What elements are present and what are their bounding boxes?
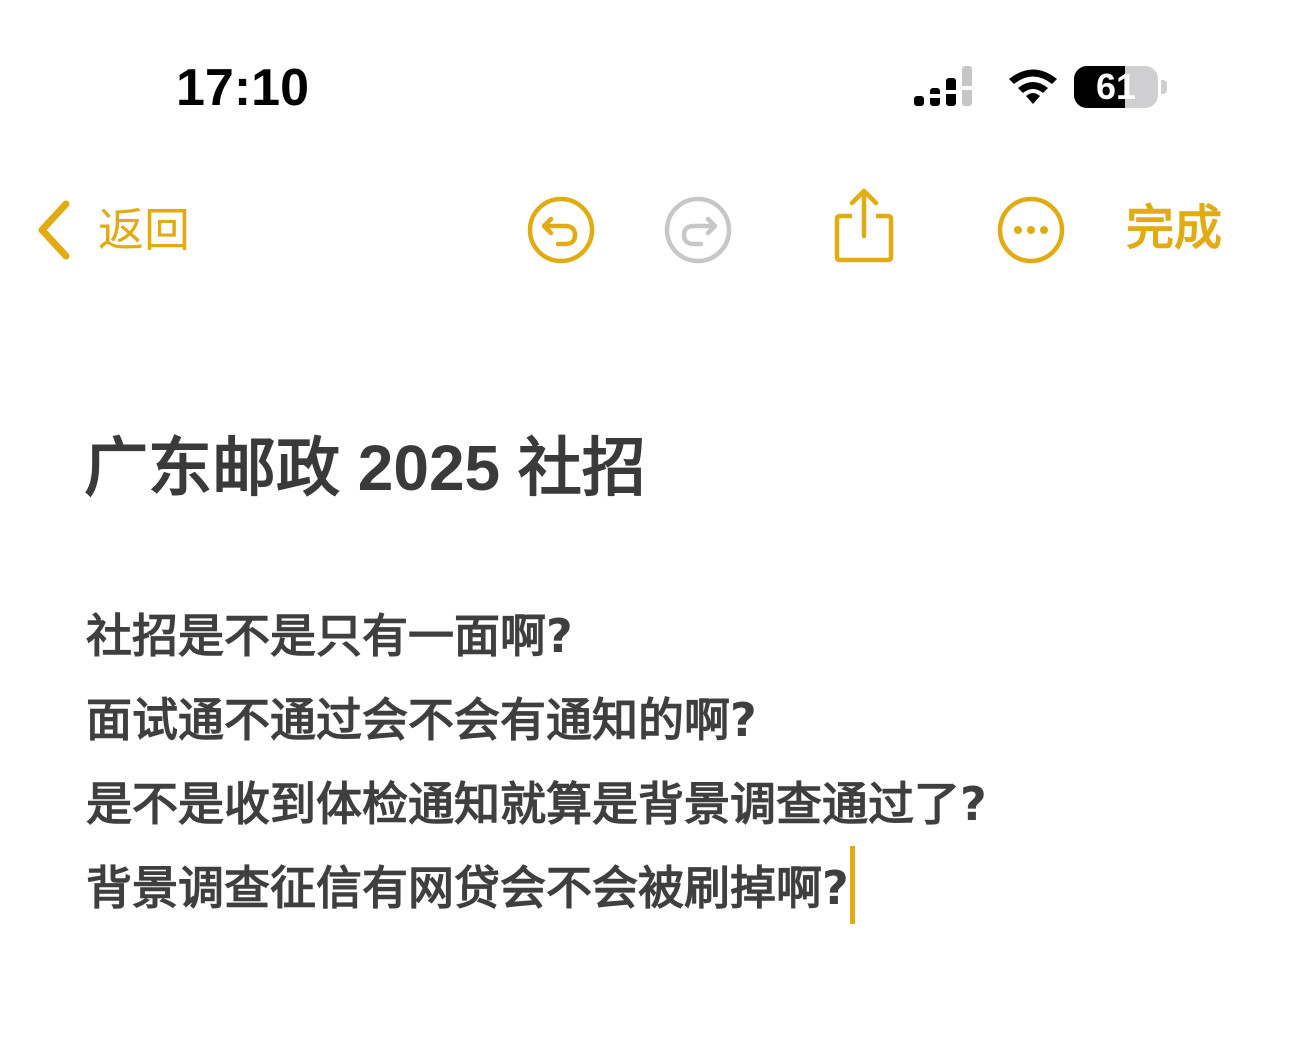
back-label: 返回 [98, 203, 190, 257]
note-line-text: 背景调查征信有网贷会不会被刷掉啊? [86, 861, 849, 915]
more-icon[interactable] [995, 194, 1067, 266]
wifi-icon [1009, 69, 1057, 104]
back-button[interactable]: 返回 [34, 190, 190, 270]
text-cursor [849, 846, 855, 924]
status-time: 17:10 [176, 59, 309, 117]
note-title[interactable]: 广东邮政 2025 社招 [84, 428, 646, 508]
note-line: 社招是不是只有一面啊? [86, 609, 573, 663]
status-indicators: 61 [912, 64, 1170, 110]
battery-level: 61 [1095, 66, 1137, 107]
note-line: 面试通不通过会不会有通知的啊? [86, 693, 757, 747]
battery-icon: 61 [1074, 64, 1170, 110]
undo-icon[interactable] [525, 194, 597, 266]
redo-icon[interactable] [662, 194, 734, 266]
note-body[interactable]: 社招是不是只有一面啊? 面试通不通过会不会有通知的啊? 是不是收到体检通知就算是… [86, 594, 1266, 930]
chevron-left-icon [38, 200, 70, 260]
done-button[interactable]: 完成 [1126, 198, 1222, 258]
share-icon[interactable] [828, 186, 900, 266]
status-bar: 17:10 61 [0, 0, 1290, 130]
cellular-signal-icon [914, 66, 972, 106]
note-toolbar: 返回 完成 [0, 180, 1290, 280]
note-line: 是不是收到体检通知就算是背景调查通过了? [86, 777, 987, 831]
note-line-last: 背景调查征信有网贷会不会被刷掉啊? [86, 846, 1266, 930]
